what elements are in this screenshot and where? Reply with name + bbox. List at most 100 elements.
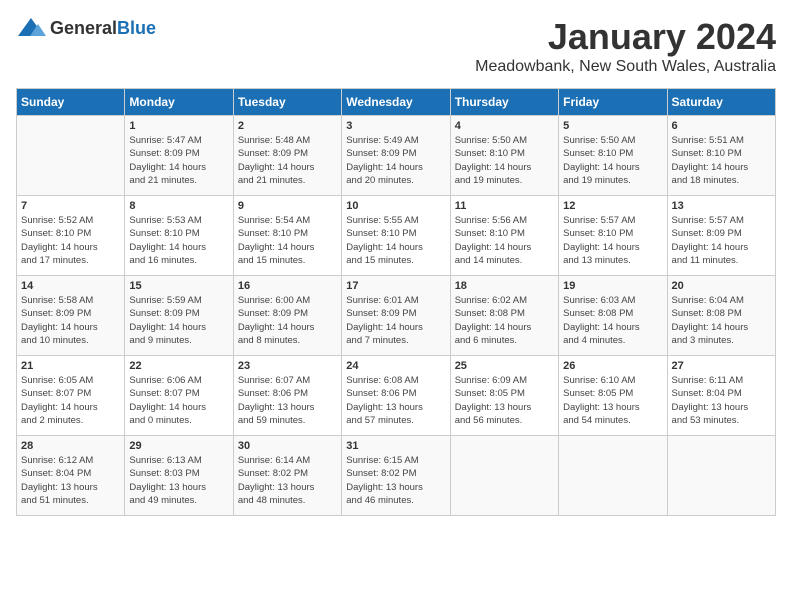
calendar-cell: 31 Sunrise: 6:15 AM Sunset: 8:02 PM Dayli… xyxy=(342,436,450,516)
logo-text: GeneralBlue xyxy=(50,18,156,39)
calendar-cell: 19 Sunrise: 6:03 AM Sunset: 8:08 PM Dayli… xyxy=(559,276,667,356)
day-number: 22 xyxy=(129,360,228,372)
day-info: Sunrise: 5:53 AM Sunset: 8:10 PM Dayligh… xyxy=(129,214,228,267)
calendar-cell xyxy=(17,116,125,196)
logo-general: General xyxy=(50,18,117,38)
day-number: 30 xyxy=(238,440,337,452)
calendar-header-row: SundayMondayTuesdayWednesdayThursdayFrid… xyxy=(17,89,776,116)
calendar-cell: 3 Sunrise: 5:49 AM Sunset: 8:09 PM Daylig… xyxy=(342,116,450,196)
calendar-week-row: 1 Sunrise: 5:47 AM Sunset: 8:09 PM Daylig… xyxy=(17,116,776,196)
day-number: 7 xyxy=(21,200,120,212)
calendar-week-row: 7 Sunrise: 5:52 AM Sunset: 8:10 PM Daylig… xyxy=(17,196,776,276)
day-info: Sunrise: 5:57 AM Sunset: 8:10 PM Dayligh… xyxy=(563,214,662,267)
day-info: Sunrise: 6:02 AM Sunset: 8:08 PM Dayligh… xyxy=(455,294,554,347)
day-number: 9 xyxy=(238,200,337,212)
calendar-cell: 13 Sunrise: 5:57 AM Sunset: 8:09 PM Dayli… xyxy=(667,196,775,276)
day-number: 26 xyxy=(563,360,662,372)
calendar-header-cell: Tuesday xyxy=(233,89,341,116)
day-number: 31 xyxy=(346,440,445,452)
day-number: 19 xyxy=(563,280,662,292)
calendar-cell: 4 Sunrise: 5:50 AM Sunset: 8:10 PM Daylig… xyxy=(450,116,558,196)
calendar-cell: 7 Sunrise: 5:52 AM Sunset: 8:10 PM Daylig… xyxy=(17,196,125,276)
calendar-cell: 17Sunrise: 6:01 AM Sunset: 8:09 PM Dayli… xyxy=(342,276,450,356)
day-info: Sunrise: 5:49 AM Sunset: 8:09 PM Dayligh… xyxy=(346,134,445,187)
logo-icon xyxy=(16,16,46,40)
day-number: 17 xyxy=(346,280,445,292)
subtitle: Meadowbank, New South Wales, Australia xyxy=(475,58,776,76)
calendar-header-cell: Sunday xyxy=(17,89,125,116)
calendar-body: 1 Sunrise: 5:47 AM Sunset: 8:09 PM Daylig… xyxy=(17,116,776,516)
day-info: Sunrise: 6:11 AM Sunset: 8:04 PM Dayligh… xyxy=(672,374,771,427)
logo-blue: Blue xyxy=(117,18,156,38)
calendar-cell: 10Sunrise: 5:55 AM Sunset: 8:10 PM Dayli… xyxy=(342,196,450,276)
day-info: Sunrise: 6:07 AM Sunset: 8:06 PM Dayligh… xyxy=(238,374,337,427)
day-info: Sunrise: 6:15 AM Sunset: 8:02 PM Dayligh… xyxy=(346,454,445,507)
day-info: Sunrise: 6:08 AM Sunset: 8:06 PM Dayligh… xyxy=(346,374,445,427)
day-number: 20 xyxy=(672,280,771,292)
calendar-cell: 2 Sunrise: 5:48 AM Sunset: 8:09 PM Daylig… xyxy=(233,116,341,196)
calendar-header-cell: Friday xyxy=(559,89,667,116)
day-info: Sunrise: 6:12 AM Sunset: 8:04 PM Dayligh… xyxy=(21,454,120,507)
day-number: 4 xyxy=(455,120,554,132)
day-info: Sunrise: 6:00 AM Sunset: 8:09 PM Dayligh… xyxy=(238,294,337,347)
logo: GeneralBlue xyxy=(16,16,156,40)
day-number: 2 xyxy=(238,120,337,132)
day-info: Sunrise: 5:57 AM Sunset: 8:09 PM Dayligh… xyxy=(672,214,771,267)
calendar-cell: 29Sunrise: 6:13 AM Sunset: 8:03 PM Dayli… xyxy=(125,436,233,516)
day-number: 1 xyxy=(129,120,228,132)
day-info: Sunrise: 6:03 AM Sunset: 8:08 PM Dayligh… xyxy=(563,294,662,347)
calendar-cell: 23 Sunrise: 6:07 AM Sunset: 8:06 PM Dayli… xyxy=(233,356,341,436)
calendar-cell: 11Sunrise: 5:56 AM Sunset: 8:10 PM Dayli… xyxy=(450,196,558,276)
calendar-cell: 9 Sunrise: 5:54 AM Sunset: 8:10 PM Daylig… xyxy=(233,196,341,276)
day-number: 3 xyxy=(346,120,445,132)
day-number: 6 xyxy=(672,120,771,132)
calendar-week-row: 28 Sunrise: 6:12 AM Sunset: 8:04 PM Dayli… xyxy=(17,436,776,516)
day-number: 23 xyxy=(238,360,337,372)
calendar-cell xyxy=(667,436,775,516)
day-number: 14 xyxy=(21,280,120,292)
day-info: Sunrise: 5:54 AM Sunset: 8:10 PM Dayligh… xyxy=(238,214,337,267)
calendar-header-cell: Monday xyxy=(125,89,233,116)
calendar-cell: 12Sunrise: 5:57 AM Sunset: 8:10 PM Dayli… xyxy=(559,196,667,276)
calendar-cell: 28 Sunrise: 6:12 AM Sunset: 8:04 PM Dayli… xyxy=(17,436,125,516)
calendar-cell: 26Sunrise: 6:10 AM Sunset: 8:05 PM Dayli… xyxy=(559,356,667,436)
day-info: Sunrise: 6:04 AM Sunset: 8:08 PM Dayligh… xyxy=(672,294,771,347)
calendar-table: SundayMondayTuesdayWednesdayThursdayFrid… xyxy=(16,88,776,516)
day-number: 15 xyxy=(129,280,228,292)
day-info: Sunrise: 5:56 AM Sunset: 8:10 PM Dayligh… xyxy=(455,214,554,267)
day-info: Sunrise: 6:05 AM Sunset: 8:07 PM Dayligh… xyxy=(21,374,120,427)
calendar-week-row: 21Sunrise: 6:05 AM Sunset: 8:07 PM Dayli… xyxy=(17,356,776,436)
day-info: Sunrise: 5:52 AM Sunset: 8:10 PM Dayligh… xyxy=(21,214,120,267)
day-info: Sunrise: 6:06 AM Sunset: 8:07 PM Dayligh… xyxy=(129,374,228,427)
day-number: 5 xyxy=(563,120,662,132)
calendar-cell: 15Sunrise: 5:59 AM Sunset: 8:09 PM Dayli… xyxy=(125,276,233,356)
calendar-cell: 8 Sunrise: 5:53 AM Sunset: 8:10 PM Daylig… xyxy=(125,196,233,276)
day-number: 13 xyxy=(672,200,771,212)
calendar-cell: 5 Sunrise: 5:50 AM Sunset: 8:10 PM Daylig… xyxy=(559,116,667,196)
day-number: 18 xyxy=(455,280,554,292)
day-info: Sunrise: 5:50 AM Sunset: 8:10 PM Dayligh… xyxy=(455,134,554,187)
calendar-cell xyxy=(450,436,558,516)
day-info: Sunrise: 5:47 AM Sunset: 8:09 PM Dayligh… xyxy=(129,134,228,187)
day-info: Sunrise: 5:55 AM Sunset: 8:10 PM Dayligh… xyxy=(346,214,445,267)
title-section: January 2024 Meadowbank, New South Wales… xyxy=(475,16,776,76)
calendar-cell: 18 Sunrise: 6:02 AM Sunset: 8:08 PM Dayli… xyxy=(450,276,558,356)
day-info: Sunrise: 5:51 AM Sunset: 8:10 PM Dayligh… xyxy=(672,134,771,187)
page-header: GeneralBlue January 2024 Meadowbank, New… xyxy=(16,16,776,76)
day-info: Sunrise: 5:48 AM Sunset: 8:09 PM Dayligh… xyxy=(238,134,337,187)
calendar-cell: 30 Sunrise: 6:14 AM Sunset: 8:02 PM Dayli… xyxy=(233,436,341,516)
calendar-cell: 20 Sunrise: 6:04 AM Sunset: 8:08 PM Dayli… xyxy=(667,276,775,356)
main-title: January 2024 xyxy=(475,16,776,58)
day-info: Sunrise: 5:50 AM Sunset: 8:10 PM Dayligh… xyxy=(563,134,662,187)
calendar-cell: 21Sunrise: 6:05 AM Sunset: 8:07 PM Dayli… xyxy=(17,356,125,436)
calendar-cell: 24Sunrise: 6:08 AM Sunset: 8:06 PM Dayli… xyxy=(342,356,450,436)
day-info: Sunrise: 6:14 AM Sunset: 8:02 PM Dayligh… xyxy=(238,454,337,507)
calendar-cell: 27Sunrise: 6:11 AM Sunset: 8:04 PM Dayli… xyxy=(667,356,775,436)
day-info: Sunrise: 6:13 AM Sunset: 8:03 PM Dayligh… xyxy=(129,454,228,507)
day-number: 28 xyxy=(21,440,120,452)
calendar-cell: 25Sunrise: 6:09 AM Sunset: 8:05 PM Dayli… xyxy=(450,356,558,436)
calendar-week-row: 14Sunrise: 5:58 AM Sunset: 8:09 PM Dayli… xyxy=(17,276,776,356)
day-number: 8 xyxy=(129,200,228,212)
calendar-cell: 6 Sunrise: 5:51 AM Sunset: 8:10 PM Daylig… xyxy=(667,116,775,196)
day-number: 25 xyxy=(455,360,554,372)
